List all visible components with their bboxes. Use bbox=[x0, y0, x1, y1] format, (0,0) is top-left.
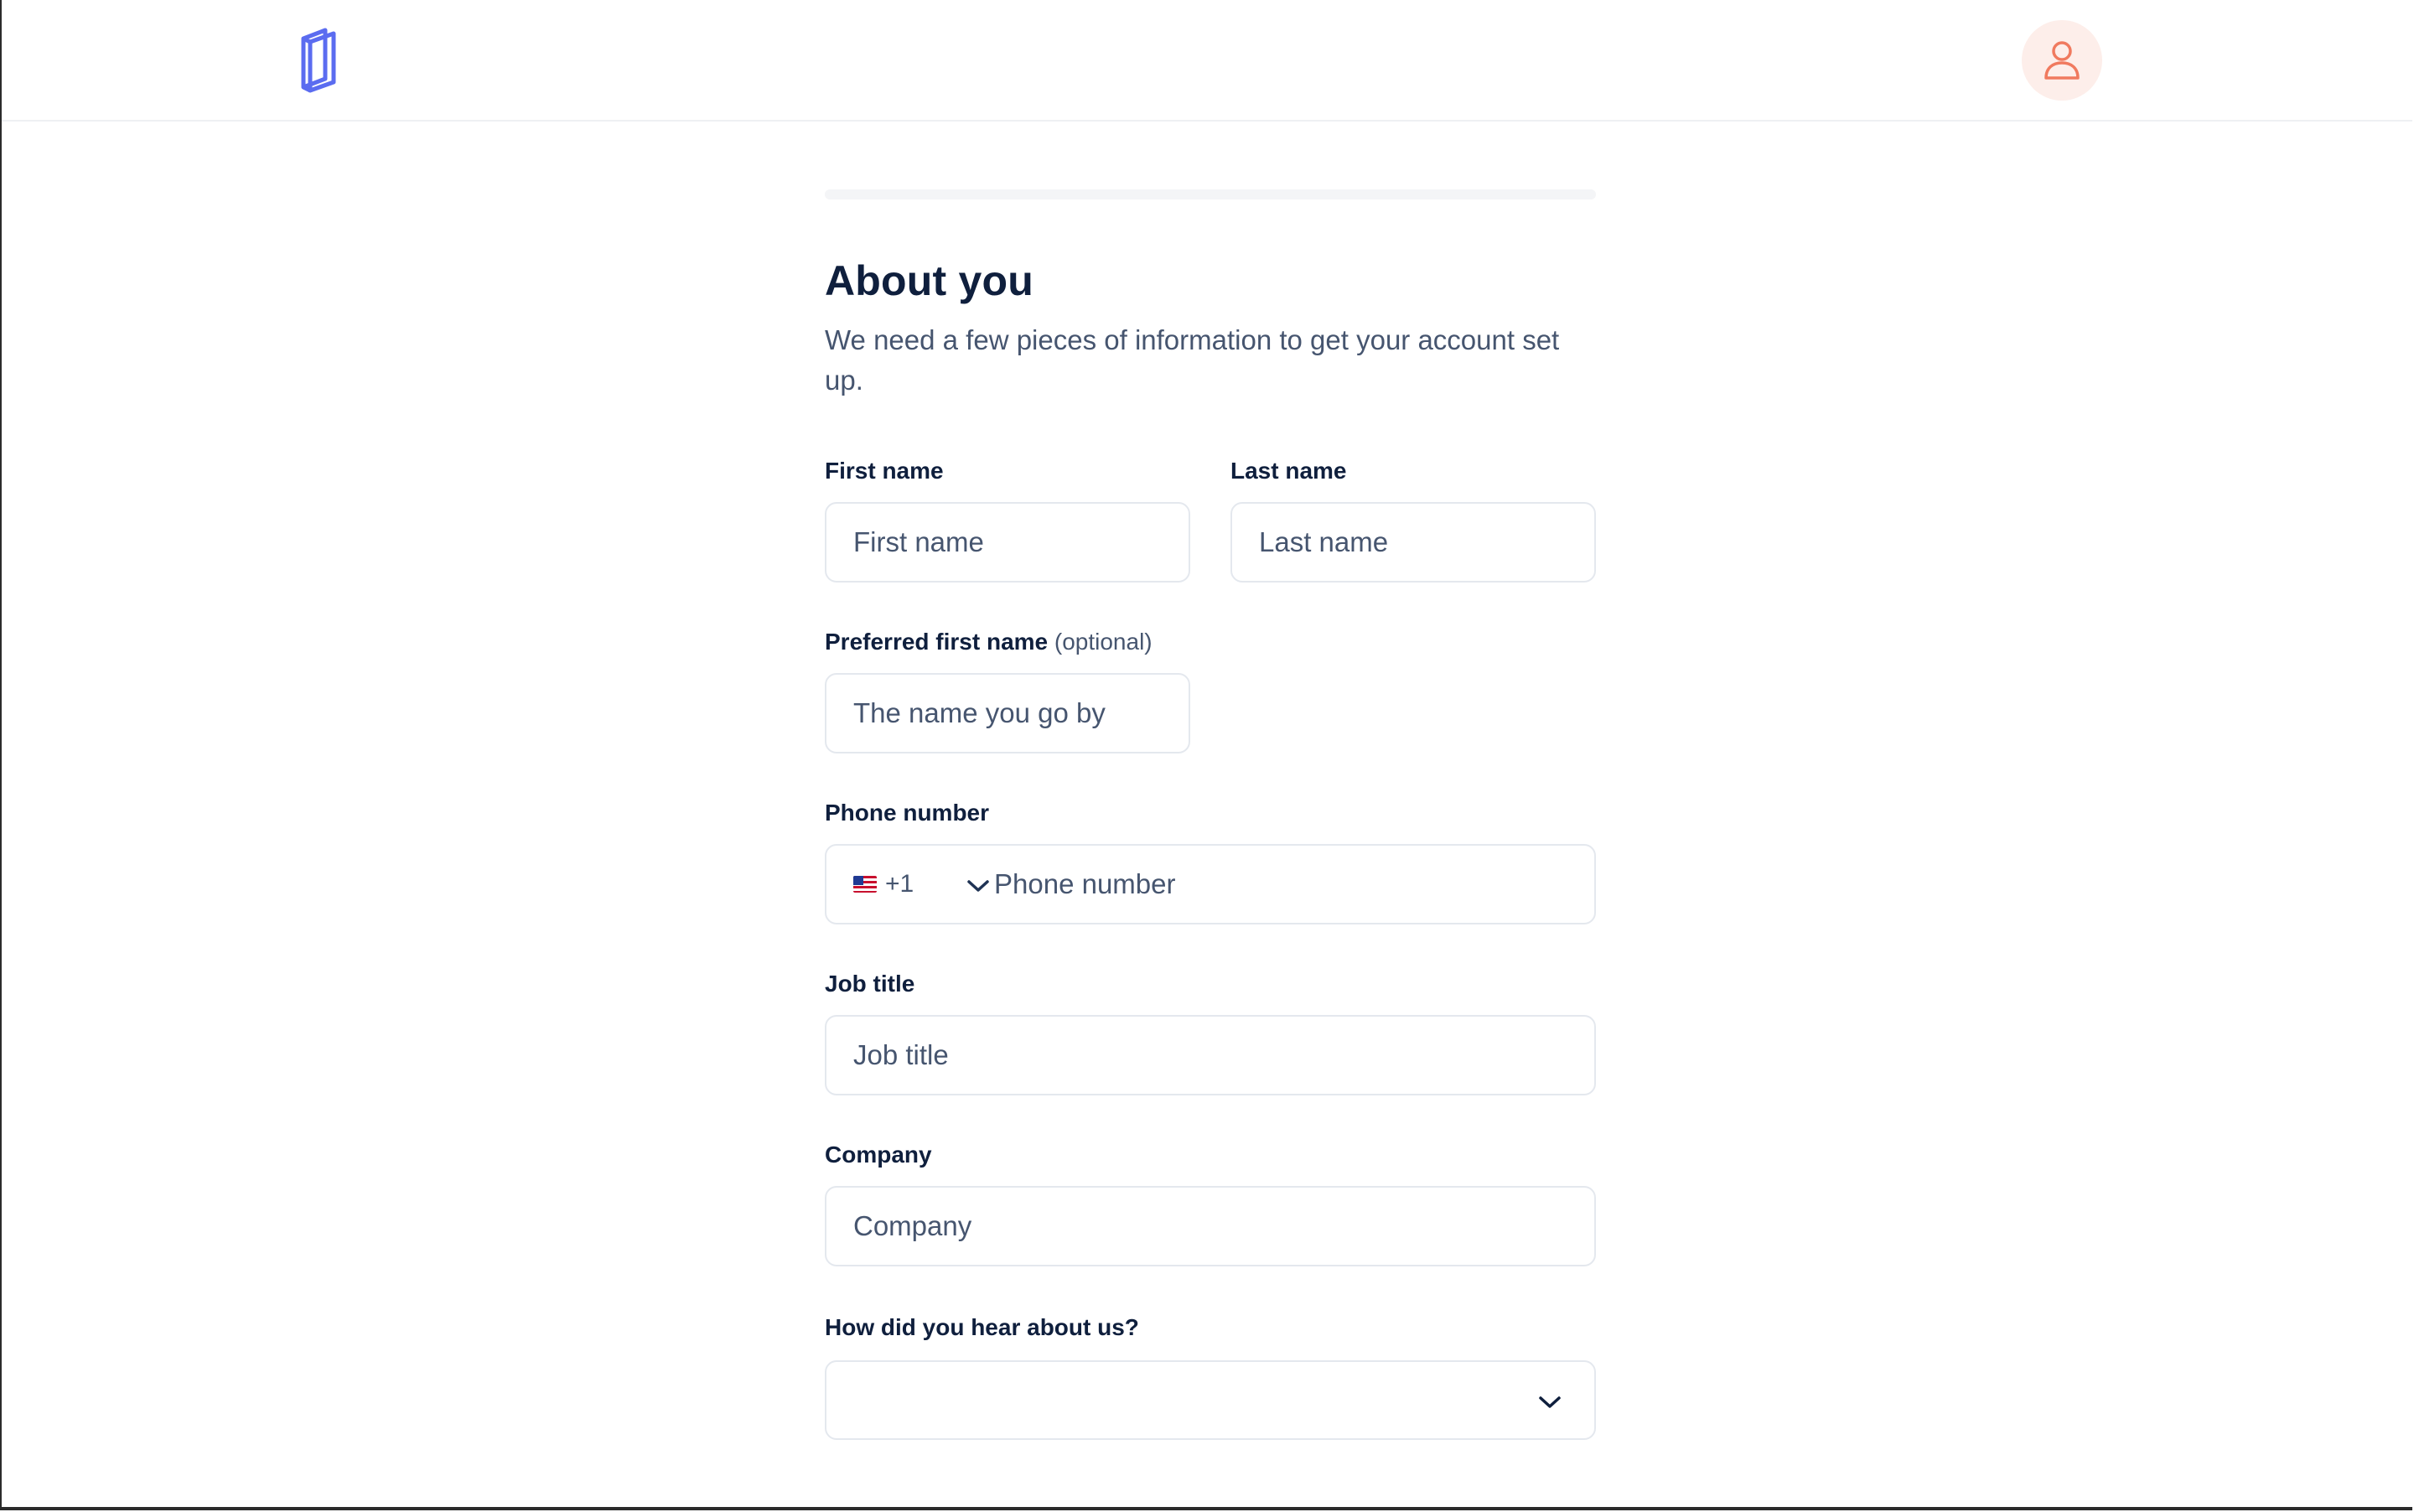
chevron-down-icon bbox=[967, 880, 989, 892]
user-profile-button[interactable] bbox=[2022, 20, 2102, 101]
last-name-input[interactable] bbox=[1232, 504, 1594, 581]
job-title-label: Job title bbox=[825, 971, 915, 997]
us-flag-icon bbox=[853, 876, 877, 893]
first-name-input[interactable] bbox=[826, 504, 1189, 581]
job-title-input[interactable] bbox=[826, 1017, 1594, 1094]
last-name-label: Last name bbox=[1230, 458, 1347, 484]
first-name-label: First name bbox=[825, 458, 944, 484]
onboarding-progress-bar bbox=[825, 189, 1596, 199]
referral-source-label: How did you hear about us? bbox=[825, 1314, 1139, 1340]
preferred-name-field-wrapper bbox=[825, 673, 1190, 753]
first-name-field-wrapper bbox=[825, 502, 1190, 583]
phone-number-label: Phone number bbox=[825, 800, 990, 826]
preferred-name-input[interactable] bbox=[826, 675, 1189, 752]
company-label: Company bbox=[825, 1142, 932, 1168]
phone-number-field-wrapper: +1 bbox=[825, 844, 1596, 924]
book-logo-icon[interactable] bbox=[295, 27, 342, 94]
preferred-name-label: Preferred first name (optional) bbox=[825, 629, 1153, 655]
country-code-selector[interactable]: +1 bbox=[826, 846, 994, 923]
company-input[interactable] bbox=[826, 1188, 1594, 1265]
phone-number-input[interactable] bbox=[994, 846, 1594, 923]
referral-source-select[interactable] bbox=[825, 1360, 1596, 1440]
country-dial-code: +1 bbox=[885, 870, 914, 898]
page-subtitle: We need a few pieces of information to g… bbox=[825, 324, 1560, 396]
optional-hint: (optional) bbox=[1054, 629, 1153, 655]
app-window: About you We need a few pieces of inform… bbox=[0, 0, 2412, 1510]
top-navigation-bar bbox=[2, 0, 2412, 122]
preferred-name-label-text: Preferred first name bbox=[825, 629, 1049, 655]
user-icon bbox=[2044, 41, 2080, 80]
chevron-down-icon bbox=[1539, 1396, 1561, 1408]
page-title: About you bbox=[825, 257, 1033, 304]
job-title-field-wrapper bbox=[825, 1015, 1596, 1095]
last-name-field-wrapper bbox=[1230, 502, 1596, 583]
company-field-wrapper bbox=[825, 1186, 1596, 1266]
